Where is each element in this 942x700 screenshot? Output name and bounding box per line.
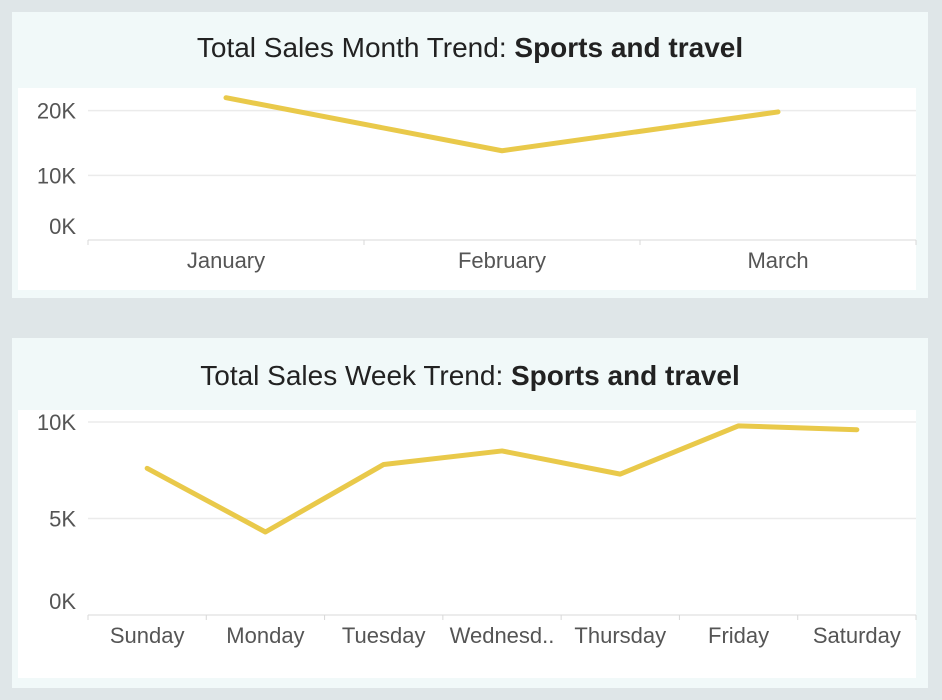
data-point[interactable] bbox=[733, 420, 745, 432]
y-tick-label: 0K bbox=[49, 589, 76, 614]
x-tick-label: March bbox=[747, 248, 808, 273]
y-tick-label: 0K bbox=[49, 214, 76, 239]
x-tick-label: February bbox=[458, 248, 546, 273]
series-line[interactable] bbox=[144, 423, 860, 535]
data-point[interactable] bbox=[496, 145, 508, 157]
month-title-category: Sports and travel bbox=[514, 32, 744, 63]
week-chart-title: Total Sales Week Trend: Sports and trave… bbox=[12, 360, 928, 392]
x-tick-label: Tuesday bbox=[342, 623, 426, 648]
month-trend-panel: Total Sales Month Trend: Sports and trav… bbox=[12, 12, 928, 298]
week-trend-panel: Total Sales Week Trend: Sports and trave… bbox=[12, 338, 928, 688]
data-point[interactable] bbox=[772, 106, 784, 118]
data-point[interactable] bbox=[851, 424, 863, 436]
y-tick-label: 5K bbox=[49, 507, 76, 532]
y-tick-label: 10K bbox=[37, 163, 76, 188]
week-line-chart[interactable]: 0K 5K 10K Sunday Monday Tuesday Wednesd.. Thurs… bbox=[18, 410, 917, 678]
month-chart-title: Total Sales Month Trend: Sports and trav… bbox=[12, 32, 928, 64]
x-tick-label: Monday bbox=[226, 623, 304, 648]
week-plot-area: 0K 5K 10K Sunday Monday Tuesday Wednesd.. Thurs… bbox=[18, 410, 917, 678]
month-line-chart[interactable]: 0K 10K 20K January February March bbox=[18, 88, 917, 290]
week-title-prefix: Total Sales Week Trend: bbox=[200, 360, 511, 391]
x-tick-label: Wednesd.. bbox=[450, 623, 555, 648]
x-tick-label: January bbox=[187, 248, 265, 273]
x-tick-label: Thursday bbox=[574, 623, 666, 648]
data-point[interactable] bbox=[614, 468, 626, 480]
month-plot-area: 0K 10K 20K January February March bbox=[18, 88, 917, 290]
data-point[interactable] bbox=[220, 92, 232, 104]
month-title-prefix: Total Sales Month Trend: bbox=[196, 32, 515, 63]
y-tick-label: 20K bbox=[37, 99, 76, 124]
data-point[interactable] bbox=[378, 458, 390, 470]
data-point[interactable] bbox=[259, 526, 271, 538]
data-point[interactable] bbox=[141, 462, 153, 474]
x-tick-label: Saturday bbox=[813, 623, 901, 648]
x-tick-label: Friday bbox=[708, 623, 769, 648]
x-tick-label: Sunday bbox=[110, 623, 185, 648]
data-point[interactable] bbox=[496, 445, 508, 457]
y-tick-label: 10K bbox=[37, 410, 76, 435]
series-line[interactable] bbox=[223, 95, 781, 154]
week-title-category: Sports and travel bbox=[511, 360, 740, 391]
